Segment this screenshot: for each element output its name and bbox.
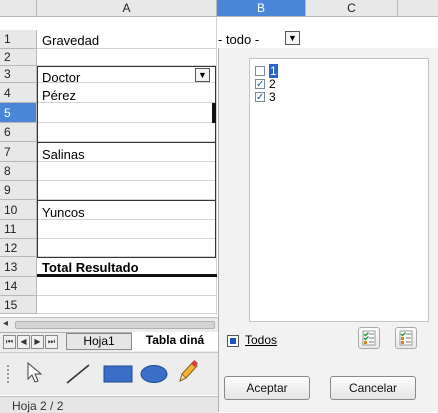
filter-item-3[interactable]: ✓ 3	[255, 90, 295, 104]
prev-sheet-icon[interactable]: ◀	[17, 335, 30, 349]
last-sheet-icon[interactable]: ⏭	[45, 335, 58, 349]
row-header-2[interactable]: 2	[0, 49, 37, 66]
select-all-label: Todos	[245, 333, 278, 347]
row-header-8[interactable]: 8	[0, 162, 37, 181]
select-checked-button[interactable]	[358, 327, 380, 349]
grid-row-line	[37, 295, 217, 296]
filter-dropdown-button-b1[interactable]: ▼	[285, 31, 300, 45]
column-header-d[interactable]	[398, 0, 438, 17]
scroll-left-icon[interactable]: ◂	[3, 318, 8, 329]
sheet-tab-hoja1[interactable]: Hoja1	[66, 333, 132, 350]
column-header-a[interactable]: A	[37, 0, 217, 17]
pivot-group-line-2	[37, 200, 216, 201]
row-header-11[interactable]: 11	[0, 220, 37, 239]
pivot-total-top-line	[37, 257, 216, 258]
filter-popup: 1 ✓ 2 ✓ 3 Todos Aceptar Cancelar	[218, 48, 438, 412]
select-all-toggle[interactable]: Todos	[227, 333, 307, 350]
cell-a10[interactable]: Yuncos	[42, 204, 85, 221]
row-header-6[interactable]: 6	[0, 123, 37, 142]
scrollbar-thumb[interactable]	[15, 321, 215, 329]
ellipse-tool-icon[interactable]	[139, 364, 169, 384]
row-header-5[interactable]: 5	[0, 103, 37, 123]
row-header-14[interactable]: 14	[0, 277, 37, 296]
cell-b1-filter[interactable]: - todo - ▼	[217, 30, 306, 48]
filter-item-1-checkbox[interactable]	[255, 66, 265, 76]
sheet-tab-hoja1-label: Hoja1	[83, 334, 115, 348]
column-header-c[interactable]: C	[306, 0, 398, 17]
freeform-pencil-icon[interactable]	[176, 359, 200, 385]
unselect-button[interactable]	[395, 327, 417, 349]
row-header-7[interactable]: 7	[0, 142, 37, 162]
toolbar-grip-icon	[7, 365, 11, 383]
filter-item-2-checkbox[interactable]: ✓	[255, 79, 265, 90]
cell-a7[interactable]: Salinas	[42, 146, 85, 163]
status-bar: Hoja 2 / 2	[0, 396, 218, 413]
row-header-4[interactable]: 4	[0, 83, 37, 103]
pivot-group-line-1	[37, 142, 216, 143]
cell-b1-text: - todo -	[218, 32, 260, 47]
cell-a13[interactable]: Total Resultado	[42, 259, 139, 276]
selected-cell-a5[interactable]	[212, 103, 216, 123]
row-header-1[interactable]: 1	[0, 30, 37, 49]
filter-item-3-checkbox[interactable]: ✓	[255, 92, 265, 103]
accept-button[interactable]: Aceptar	[224, 376, 310, 400]
select-all-checkbox[interactable]	[227, 335, 239, 347]
filter-item-1-label: 1	[269, 64, 278, 78]
corner-cell[interactable]	[0, 0, 37, 17]
horizontal-scrollbar[interactable]: ◂	[0, 317, 218, 332]
uncheck-list-icon	[399, 330, 413, 346]
column-header-b[interactable]: B	[217, 0, 306, 17]
select-all-partial-icon	[230, 338, 236, 344]
cancel-button[interactable]: Cancelar	[330, 376, 416, 400]
cell-a1[interactable]: Gravedad	[42, 32, 99, 49]
row-header-15[interactable]: 15	[0, 296, 37, 314]
line-tool-icon[interactable]	[64, 362, 92, 386]
checklist-icon	[362, 330, 376, 346]
row-header-9[interactable]: 9	[0, 181, 37, 200]
grid-column-line	[216, 17, 217, 315]
row-header-13[interactable]: 13	[0, 257, 37, 277]
row-header-10[interactable]: 10	[0, 200, 37, 220]
cell-a3[interactable]: Doctor	[42, 69, 80, 86]
cell-a4[interactable]: Pérez	[42, 87, 76, 104]
grid-row-line	[37, 313, 217, 314]
pivot-table-border	[37, 83, 216, 258]
sheet-tab-tabla-label: Tabla diná	[145, 333, 205, 347]
row-header-12[interactable]: 12	[0, 239, 37, 257]
select-arrow-icon[interactable]	[26, 362, 44, 384]
sheet-tab-tabla[interactable]: Tabla diná	[132, 332, 218, 351]
status-sheet-indicator: Hoja 2 / 2	[12, 399, 64, 413]
first-sheet-icon[interactable]: ⏮	[3, 335, 16, 349]
filter-item-3-label: 3	[269, 90, 276, 104]
row-header-3[interactable]: 3	[0, 66, 37, 83]
filter-item-2-label: 2	[269, 77, 276, 91]
drawing-toolbar	[0, 352, 218, 395]
rectangle-tool-icon[interactable]	[103, 364, 133, 384]
doctor-dropdown-button[interactable]: ▼	[195, 68, 210, 82]
next-sheet-icon[interactable]: ▶	[31, 335, 44, 349]
